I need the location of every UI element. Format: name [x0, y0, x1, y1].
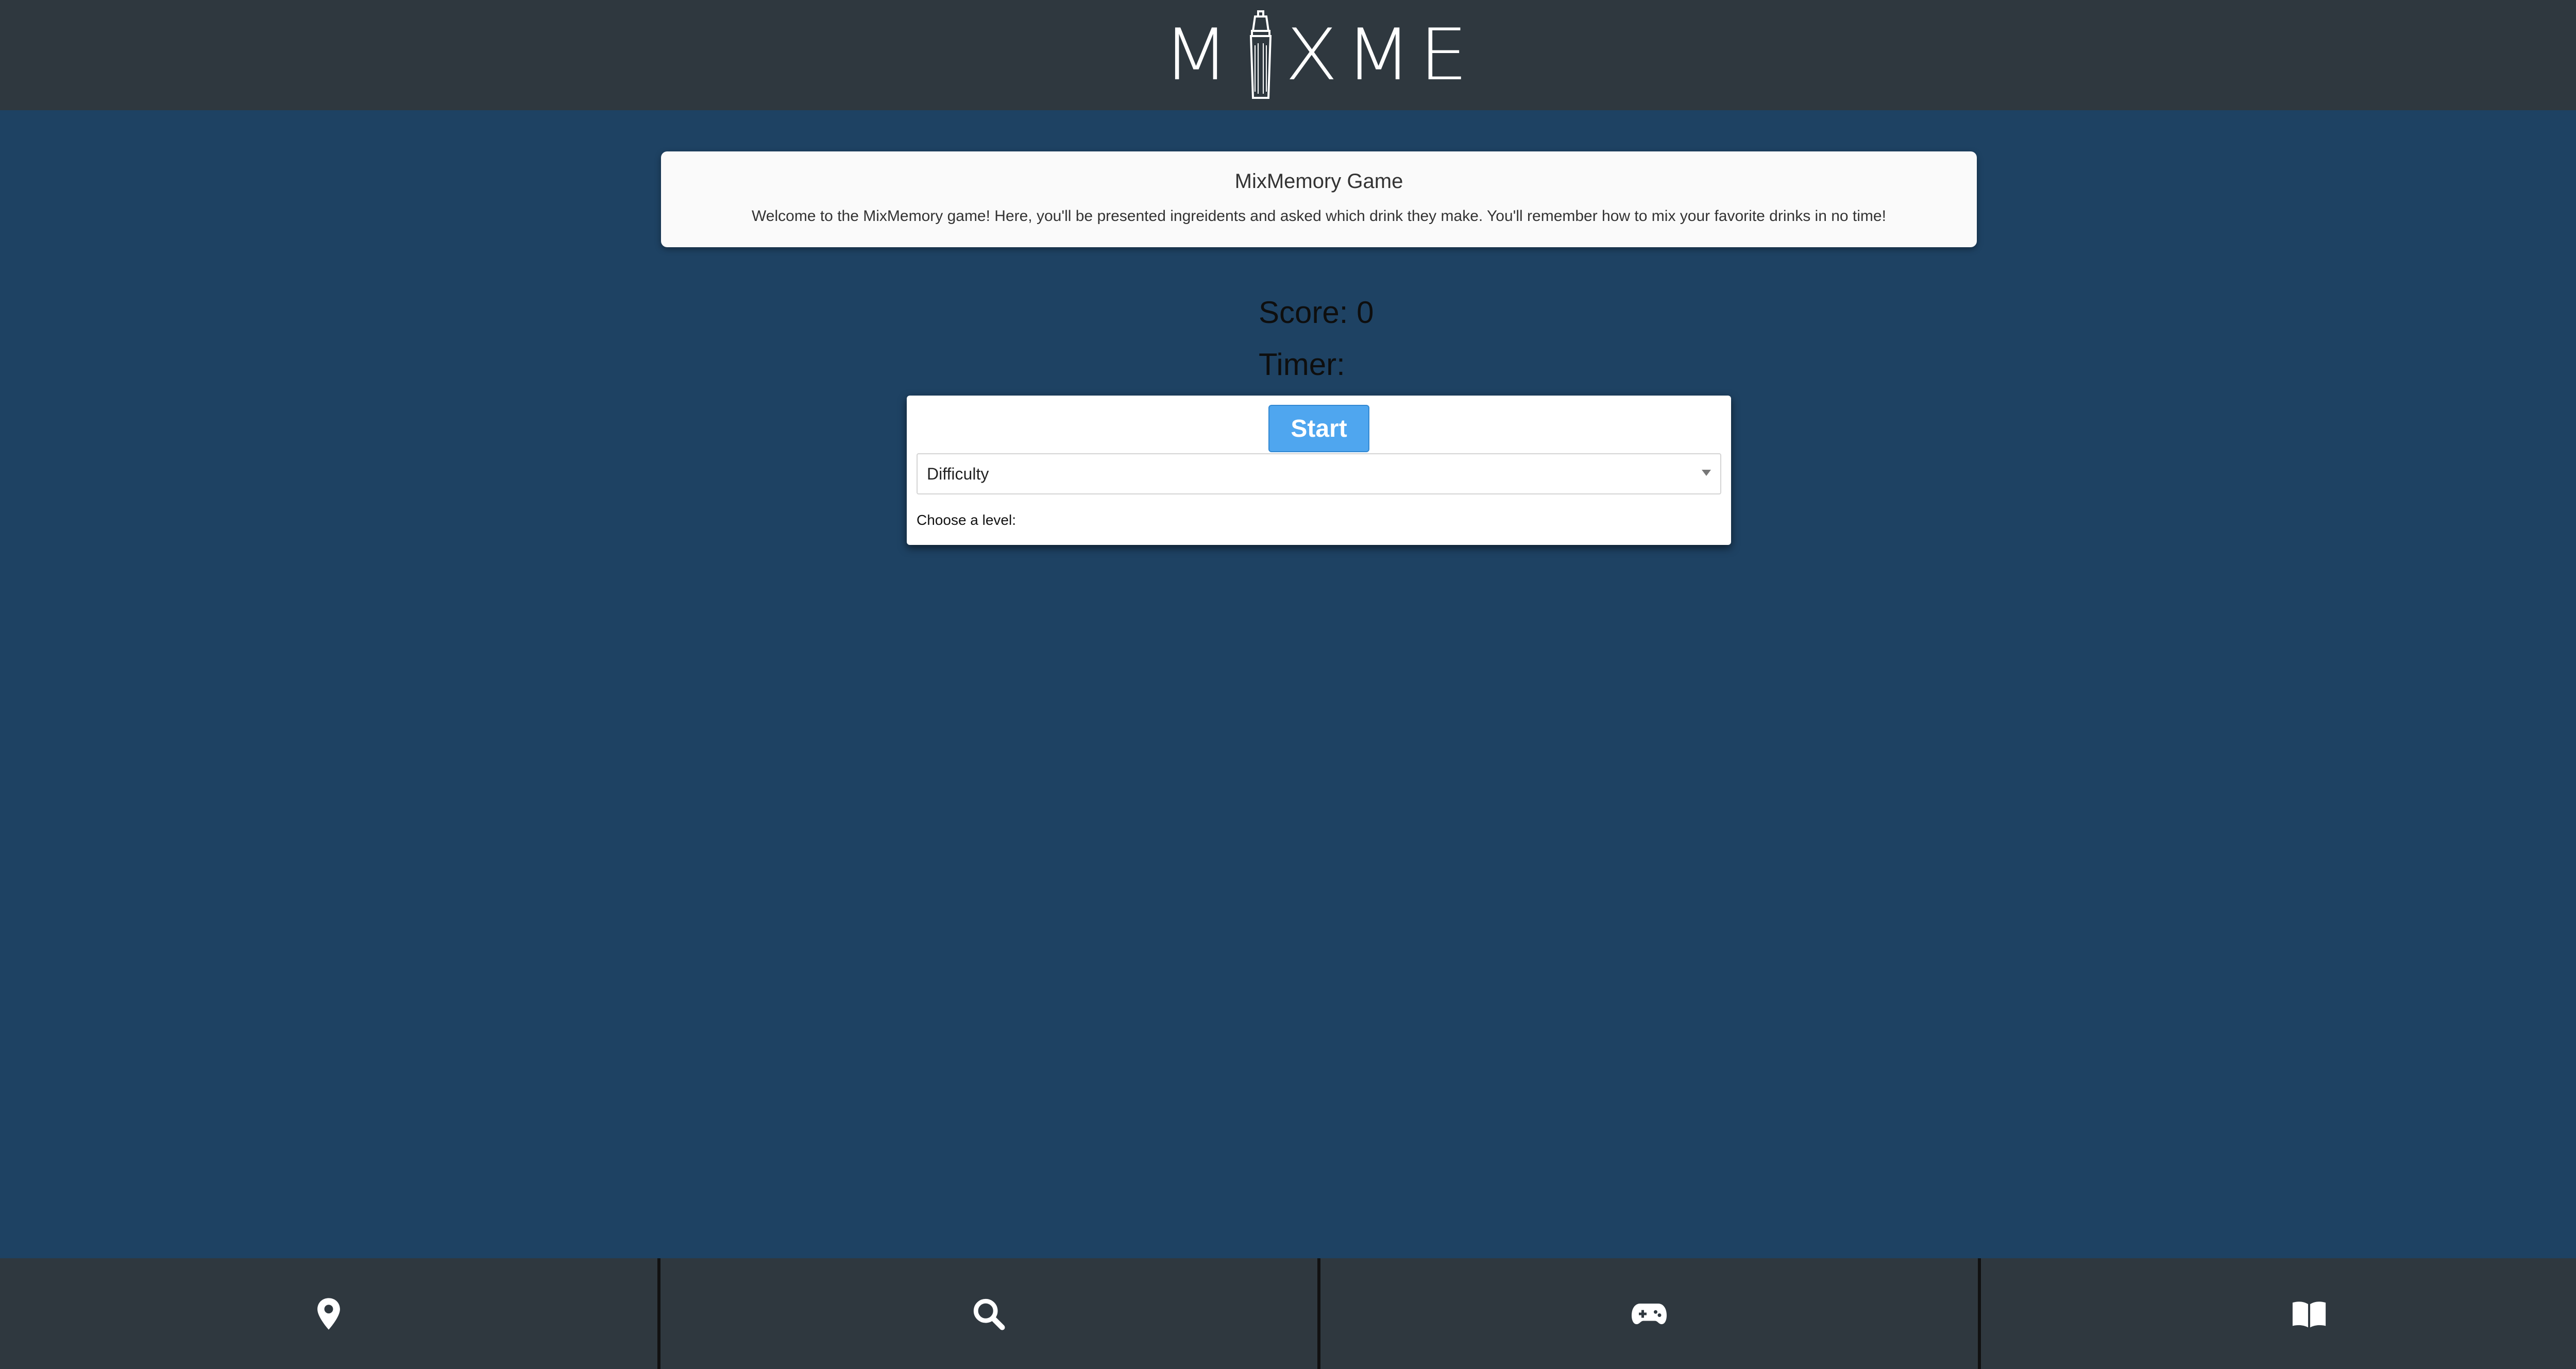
chevron-down-icon	[1702, 470, 1711, 476]
intro-title: MixMemory Game	[1234, 170, 1403, 193]
cocktail-shaker-icon	[1250, 10, 1272, 99]
nav-item-locations[interactable]	[0, 1258, 657, 1369]
search-icon	[974, 1298, 1005, 1330]
difficulty-selected-value: Difficulty	[927, 464, 989, 483]
game-panel: Start Difficulty Choose a level:	[907, 396, 1731, 545]
intro-card: MixMemory Game Welcome to the MixMemory …	[661, 151, 1977, 247]
difficulty-select[interactable]: Difficulty	[917, 453, 1721, 494]
nav-item-search[interactable]	[660, 1258, 1317, 1369]
nav-item-recipes[interactable]	[1980, 1258, 2576, 1369]
app-header: M XME	[0, 0, 2576, 110]
book-icon	[2293, 1301, 2326, 1327]
gamepad-icon	[1631, 1303, 1667, 1324]
mixme-logo[interactable]: M XME	[1163, 9, 1475, 101]
start-button[interactable]: Start	[1268, 405, 1369, 452]
bottom-nav	[0, 1258, 2576, 1369]
intro-description: Welcome to the MixMemory game! Here, you…	[752, 208, 1886, 225]
choose-level-label: Choose a level:	[917, 512, 1016, 528]
score-display: Score: 0	[1259, 295, 1374, 330]
logo-text-right: XME	[1285, 13, 1476, 97]
map-pin-icon	[317, 1297, 340, 1330]
logo-text-left: M	[1162, 13, 1237, 97]
nav-item-game[interactable]	[1320, 1258, 1978, 1369]
timer-display: Timer:	[1259, 347, 1345, 382]
